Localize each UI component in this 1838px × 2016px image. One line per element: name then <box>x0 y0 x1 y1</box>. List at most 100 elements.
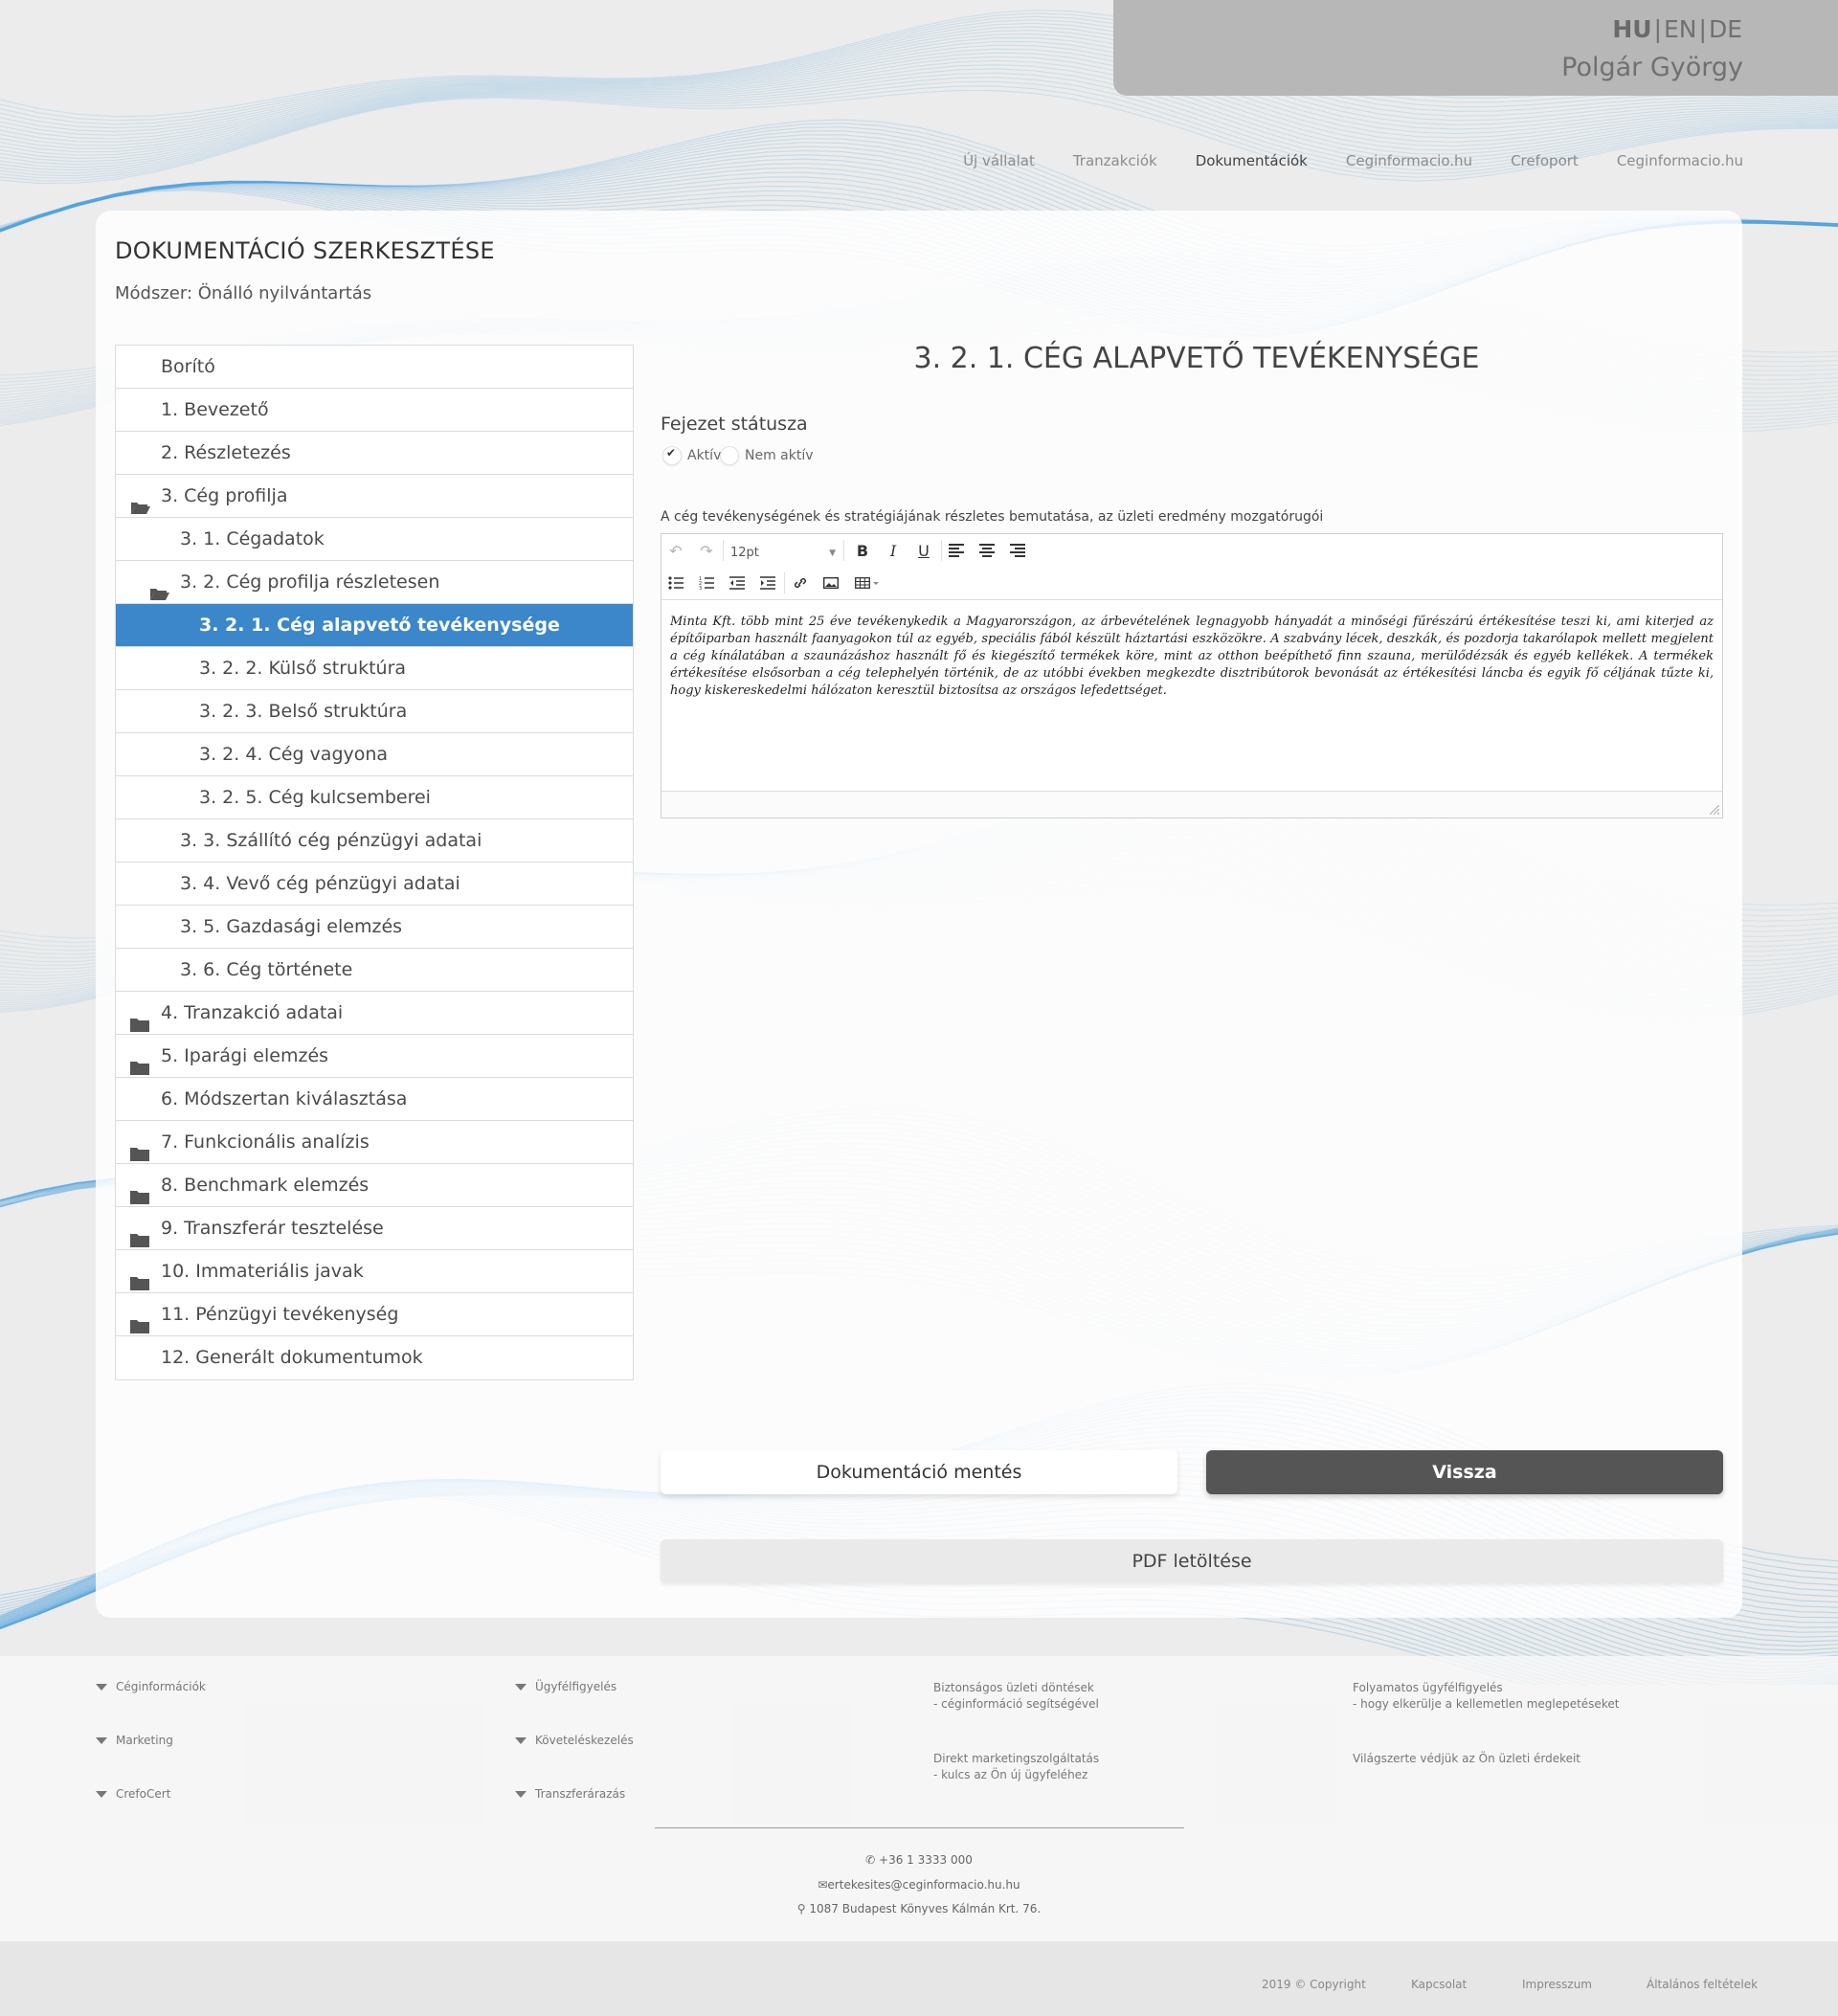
save-documentation-button[interactable]: Dokumentáció mentés <box>661 1450 1177 1494</box>
editor-toolbar: ↶ ↷ 12pt ▼ B I U 123 <box>661 534 1722 600</box>
status-inactive-radio[interactable]: Nem aktív <box>720 446 814 465</box>
radio-unchecked-icon <box>720 446 739 465</box>
nav-ceginformacio[interactable]: Ceginformacio.hu <box>1346 152 1472 169</box>
footer-link-kovetelés[interactable]: Követeléskezelés <box>515 1734 634 1747</box>
link-icon[interactable] <box>790 572 811 594</box>
tree-item[interactable]: 3. 2. 1. Cég alapvető tevékenysége <box>116 604 633 647</box>
outdent-icon[interactable] <box>727 572 748 594</box>
mail-icon: ✉ <box>818 1878 828 1892</box>
tree-item[interactable]: Borító <box>116 346 633 389</box>
tree-item-label: 4. Tranzakció adatai <box>161 1002 344 1023</box>
footer-email[interactable]: ✉ertekesites@ceginformacio.hu.hu <box>0 1878 1838 1892</box>
tree-item[interactable]: 4. Tranzakció adatai <box>116 992 633 1035</box>
tagline-title: Világszerte védjük az Ön üzleti érdekeit <box>1353 1752 1581 1765</box>
tree-item[interactable]: 3. 5. Gazdasági elemzés <box>116 906 633 949</box>
tree-item[interactable]: 2. Részletezés <box>116 432 633 475</box>
align-left-icon[interactable] <box>946 540 967 561</box>
footer-link-crefocert[interactable]: CrefoCert <box>96 1787 170 1801</box>
tree-item-label: 3. 2. 1. Cég alapvető tevékenysége <box>199 615 560 636</box>
nav-crefoport[interactable]: Crefoport <box>1511 152 1579 169</box>
tree-item[interactable]: 7. Funkcionális analízis <box>116 1121 633 1164</box>
redo-icon[interactable]: ↷ <box>696 540 717 561</box>
tree-item[interactable]: 10. Immateriális javak <box>116 1250 633 1293</box>
tree-item[interactable]: 3. 2. 4. Cég vagyona <box>116 733 633 776</box>
tree-item[interactable]: 3. 2. 3. Belső struktúra <box>116 690 633 733</box>
method-label: Módszer: Önálló nyilvántartás <box>115 283 372 303</box>
footer-link-label: Transzferárazás <box>535 1787 626 1801</box>
folder-open-icon <box>130 488 151 514</box>
nav-new-company[interactable]: Új vállalat <box>963 152 1035 169</box>
nav-documentations[interactable]: Dokumentációk <box>1196 152 1308 169</box>
indent-icon[interactable] <box>757 572 778 594</box>
footer-tagline: Világszerte védjük az Ön üzleti érdekeit <box>1353 1751 1580 1767</box>
align-center-icon[interactable] <box>976 540 997 561</box>
tree-item[interactable]: 5. Iparági elemzés <box>116 1035 633 1078</box>
lang-en[interactable]: EN <box>1664 15 1697 43</box>
tree-item[interactable]: 3. 6. Cég története <box>116 949 633 992</box>
link-terms[interactable]: Általános feltételek <box>1647 1978 1758 1991</box>
tree-item[interactable]: 11. Pénzügyi tevékenység <box>116 1293 633 1336</box>
link-kapcsolat[interactable]: Kapcsolat <box>1411 1978 1467 1991</box>
bold-icon[interactable]: B <box>852 540 873 561</box>
footer-link-label: CrefoCert <box>116 1787 171 1801</box>
tree-item[interactable]: 9. Transzferár tesztelése <box>116 1207 633 1250</box>
font-size-select[interactable]: 12pt ▼ <box>730 543 836 564</box>
tree-item[interactable]: 6. Módszertan kiválasztása <box>116 1078 633 1121</box>
nav-transactions[interactable]: Tranzakciók <box>1073 152 1157 169</box>
bullet-list-icon[interactable] <box>665 572 686 594</box>
tagline-sub: - hogy elkerülje a kellemetlen meglepeté… <box>1353 1697 1620 1711</box>
table-icon[interactable] <box>853 572 882 594</box>
address-text: 1087 Budapest Könyves Kálmán Krt. 76. <box>809 1902 1042 1915</box>
image-icon[interactable] <box>820 572 841 594</box>
user-name[interactable]: Polgár György <box>1561 53 1743 82</box>
italic-icon[interactable]: I <box>883 540 904 561</box>
back-button[interactable]: Vissza <box>1206 1450 1723 1494</box>
align-right-icon[interactable] <box>1007 540 1028 561</box>
toolbar-separator <box>784 572 785 594</box>
tree-item[interactable]: 3. 2. Cég profilja részletesen <box>116 561 633 604</box>
tree-item[interactable]: 1. Bevezető <box>116 389 633 432</box>
link-impresszum[interactable]: Impresszum <box>1522 1978 1592 1991</box>
footer-tagline: Folyamatos ügyfélfigyelés - hogy elkerülj… <box>1353 1680 1619 1713</box>
tagline-sub: - kulcs az Ön új ügyfeléhez <box>933 1768 1088 1781</box>
tree-item-label: 10. Immateriális javak <box>161 1261 364 1282</box>
footer-link-transzferarazas[interactable]: Transzferárazás <box>515 1787 625 1801</box>
tree-item-label: 3. 2. 5. Cég kulcsemberei <box>199 787 431 808</box>
footer-link-ugyfelfigyeles[interactable]: Ügyfélfigyelés <box>515 1680 616 1693</box>
chapter-status-label: Fejezet státusza <box>661 414 808 435</box>
lang-hu[interactable]: HU <box>1612 15 1651 43</box>
folder-icon <box>130 1134 151 1161</box>
undo-icon[interactable]: ↶ <box>665 540 686 561</box>
lang-separator: | <box>1653 15 1663 43</box>
pdf-download-button[interactable]: PDF letöltése <box>661 1539 1723 1583</box>
documentation-tree: Borító 1. Bevezető 2. Részletezés 3. Cég pr… <box>115 345 634 1380</box>
editor-content[interactable]: Minta Kft. több mint 25 éve tevékenykedi… <box>661 600 1722 763</box>
toolbar-separator <box>843 540 844 561</box>
tree-item[interactable]: 3. 4. Vevő cég pénzügyi adatai <box>116 862 633 906</box>
editor-statusbar <box>661 791 1722 818</box>
tree-item[interactable]: 3. Cég profilja <box>116 475 633 518</box>
underline-icon[interactable]: U <box>913 540 934 561</box>
tree-item[interactable]: 3. 1. Cégadatok <box>116 518 633 561</box>
tree-item[interactable]: 8. Benchmark elemzés <box>116 1164 633 1207</box>
tagline-sub: - céginformáció segítségével <box>933 1697 1099 1711</box>
tree-item[interactable]: 3. 2. 5. Cég kulcsemberei <box>116 776 633 819</box>
toolbar-separator <box>941 540 942 561</box>
footer-phone[interactable]: ✆ +36 1 3333 000 <box>0 1853 1838 1867</box>
footer-link-ceginformaciok[interactable]: Céginformációk <box>96 1680 206 1693</box>
resize-handle-icon[interactable] <box>1710 805 1719 815</box>
caret-down-icon <box>515 1684 527 1691</box>
tree-item[interactable]: 12. Generált dokumentumok <box>116 1336 633 1379</box>
description-label: A cég tevékenységének és stratégiájának … <box>661 509 1324 525</box>
nav-ceginformacio-2[interactable]: Ceginformacio.hu <box>1617 152 1743 169</box>
tree-item-label: 8. Benchmark elemzés <box>161 1175 370 1196</box>
caret-down-icon <box>96 1684 107 1691</box>
tree-item[interactable]: 3. 3. Szállító cég pénzügyi adatai <box>116 819 633 862</box>
footer-link-marketing[interactable]: Marketing <box>96 1734 173 1747</box>
status-active-radio[interactable]: Aktív <box>662 446 721 465</box>
tree-item[interactable]: 3. 2. 2. Külső struktúra <box>116 647 633 690</box>
folder-icon <box>130 1048 151 1075</box>
numbered-list-icon[interactable]: 123 <box>696 572 717 594</box>
tree-item-label: Borító <box>161 356 215 377</box>
lang-de[interactable]: DE <box>1709 15 1742 43</box>
